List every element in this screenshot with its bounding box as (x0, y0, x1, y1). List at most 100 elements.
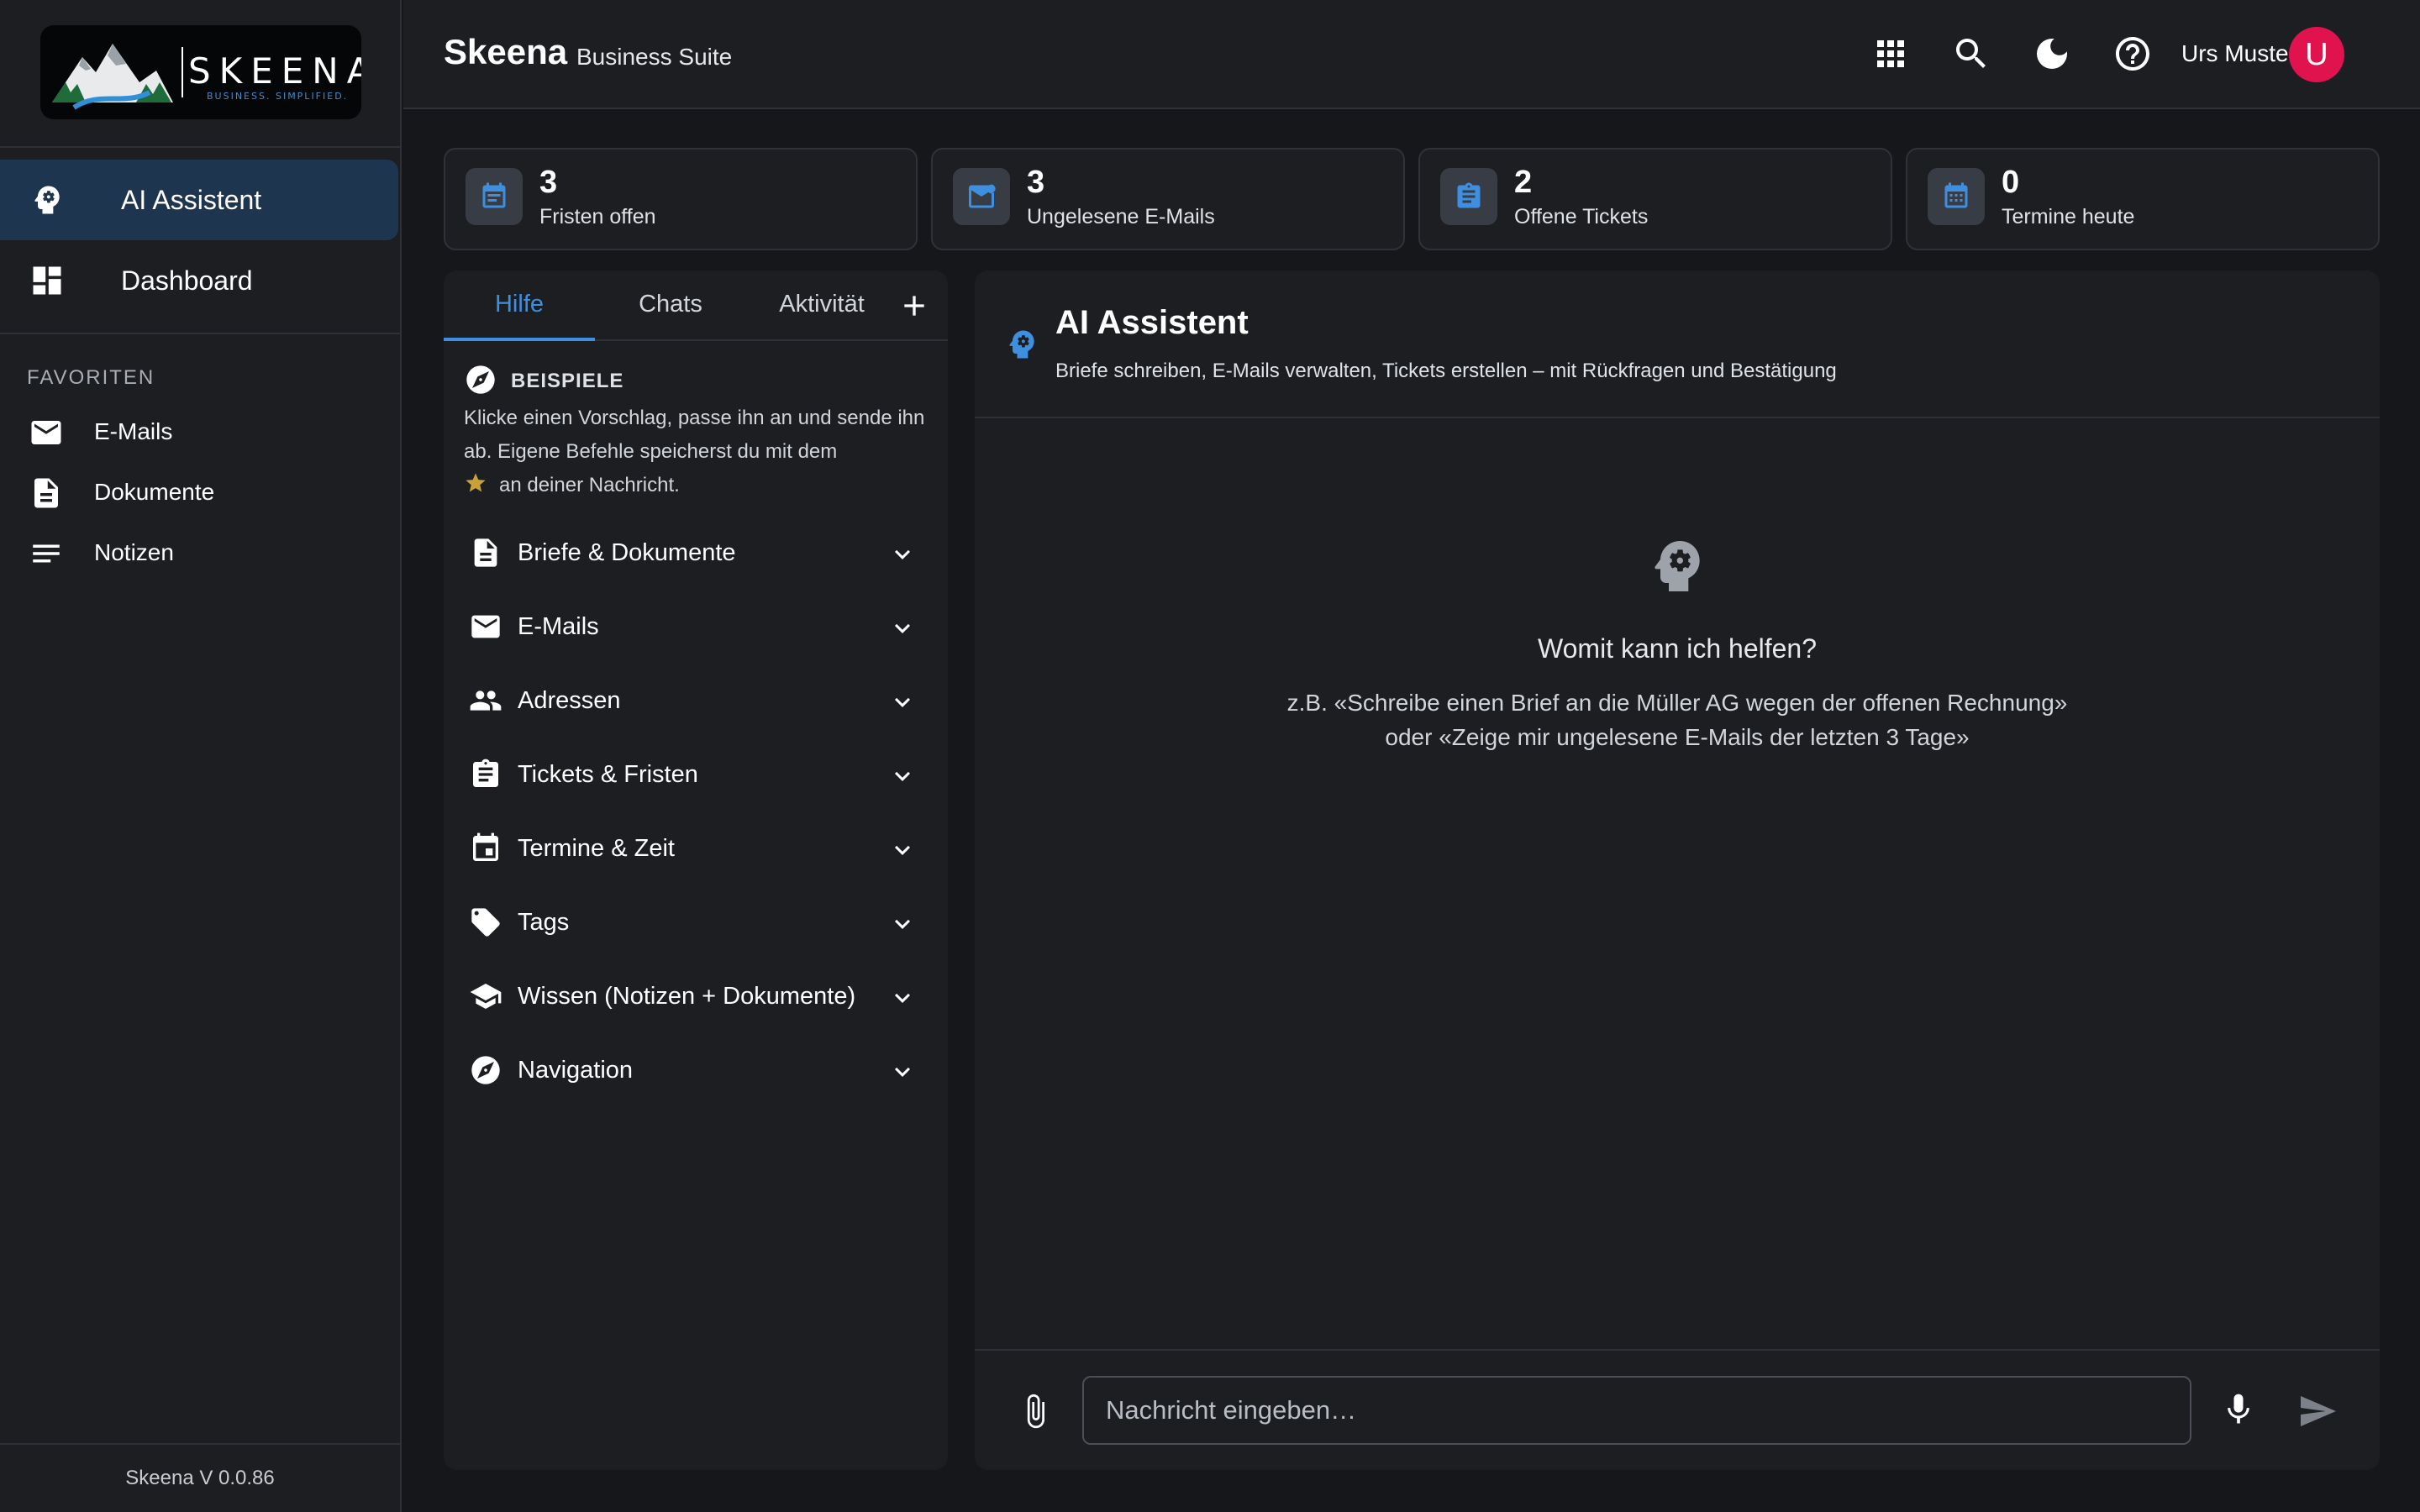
chevron-down-icon[interactable] (887, 687, 918, 717)
category-label: Wissen (Notizen + Dokumente) (518, 983, 856, 1010)
stat-value: 2 (1514, 165, 1533, 200)
category-tickets-fristen[interactable]: Tickets & Fristen (464, 739, 931, 813)
clipboard-icon (469, 758, 502, 791)
user-name[interactable]: Urs Muster (2181, 40, 2296, 67)
assistant-panel: AI Assistent Briefe schreiben, E-Mails v… (975, 270, 2380, 1470)
stat-label: Offene Tickets (1514, 205, 1649, 228)
stat-value: 3 (539, 165, 558, 200)
hint-line-1: z.B. «Schreibe einen Brief an die Müller… (1286, 690, 2068, 716)
category-label: Adressen (518, 687, 621, 714)
app-title: Skeena (444, 32, 568, 71)
paperclip-icon[interactable] (1017, 1393, 1054, 1430)
stat-label: Fristen offen (539, 205, 656, 228)
document-icon (29, 475, 64, 511)
tag-icon (469, 906, 502, 939)
apps-grid-icon[interactable] (1870, 34, 1911, 74)
skeena-logo[interactable]: SKEENA BUSINESS. SIMPLIFIED. (40, 25, 361, 119)
favorite-item-dokumente[interactable]: Dokumente (0, 462, 400, 522)
top-bar: Skeena Business Suite Urs Muster U (403, 0, 2420, 109)
examples-description: Klicke einen Vorschlag, passe ihn an und… (464, 402, 934, 502)
favorite-item-label: Dokumente (94, 479, 215, 505)
send-icon[interactable] (2297, 1391, 2338, 1431)
examples-title: BEISPIELE (511, 370, 624, 392)
mail-icon (469, 610, 502, 643)
sidebar-item-label: Dashboard (121, 265, 253, 296)
stat-value: 3 (1027, 165, 1045, 200)
assistant-header: AI Assistent Briefe schreiben, E-Mails v… (975, 270, 2380, 418)
tab-chats[interactable]: Chats (595, 291, 746, 318)
assistant-title: AI Assistent (1055, 304, 1249, 341)
favorite-item-label: Notizen (94, 539, 174, 565)
sidebar-nav: AI Assistent Dashboard (0, 148, 400, 321)
chevron-down-icon[interactable] (887, 983, 918, 1013)
sidebar-item-dashboard[interactable]: Dashboard (0, 240, 398, 321)
people-icon (469, 684, 502, 717)
category-briefe-dokumente[interactable]: Briefe & Dokumente (464, 517, 931, 591)
help-icon[interactable] (2112, 34, 2153, 74)
ai-head-icon (1003, 326, 1040, 363)
examples-text-end: an deiner Nachricht. (499, 474, 680, 496)
tab-hilfe[interactable]: Hilfe (444, 291, 595, 318)
school-icon (469, 979, 502, 1013)
avatar[interactable]: U (2289, 27, 2344, 82)
compass-icon (469, 1053, 502, 1087)
category-emails[interactable]: E-Mails (464, 591, 931, 665)
add-tab-icon[interactable] (897, 289, 931, 323)
category-label: Tags (518, 909, 570, 936)
microphone-icon[interactable] (2220, 1391, 2257, 1428)
favorite-item-label: E-Mails (94, 418, 173, 444)
empty-state-title: Womit kann ich helfen? (1537, 633, 1818, 664)
category-label: E-Mails (518, 613, 599, 640)
logo-wordmark: SKEENA (188, 50, 361, 92)
stat-value: 0 (2002, 165, 2020, 200)
app-version: Skeena V 0.0.86 (0, 1443, 400, 1512)
category-wissen[interactable]: Wissen (Notizen + Dokumente) (464, 961, 931, 1035)
divider (0, 333, 400, 334)
stat-card-tickets[interactable]: 2 Offene Tickets (1418, 148, 1892, 250)
favorite-item-notizen[interactable]: Notizen (0, 522, 400, 583)
examples-text: Klicke einen Vorschlag, passe ihn an und… (464, 407, 925, 463)
favorites-list: E-Mails Dokumente Notizen (0, 402, 400, 583)
message-composer (975, 1349, 2380, 1470)
hint-line-2: oder «Zeige mir ungelesene E-Mails der l… (1385, 724, 1970, 750)
dashboard-icon (29, 262, 66, 299)
category-adressen[interactable]: Adressen (464, 665, 931, 739)
sidebar: SKEENA BUSINESS. SIMPLIFIED. AI Assisten… (0, 0, 402, 1512)
dark-mode-icon[interactable] (2032, 34, 2072, 74)
chevron-down-icon[interactable] (887, 539, 918, 570)
panel-tabs: Hilfe Chats Aktivität (444, 270, 948, 341)
stat-card-termine[interactable]: 0 Termine heute (1906, 148, 2380, 250)
empty-state-hint: z.B. «Schreibe einen Brief an die Müller… (975, 685, 2380, 754)
mountain-logo-icon (52, 44, 173, 110)
mail-icon (29, 415, 64, 450)
favorite-item-emails[interactable]: E-Mails (0, 402, 400, 462)
document-icon (469, 536, 502, 570)
logo-divider (182, 47, 183, 97)
star-icon (464, 471, 487, 495)
tab-aktivitaet[interactable]: Aktivität (746, 291, 897, 318)
logo-tagline: BUSINESS. SIMPLIFIED. (207, 91, 349, 102)
sidebar-item-ai-assistent[interactable]: AI Assistent (0, 160, 398, 240)
sidebar-item-label: AI Assistent (121, 184, 262, 215)
favorites-heading: FAVORITEN (27, 366, 155, 389)
search-icon[interactable] (1951, 34, 1991, 74)
compass-icon (464, 363, 497, 396)
chevron-down-icon[interactable] (887, 761, 918, 791)
category-label: Tickets & Fristen (518, 761, 698, 788)
category-termine-zeit[interactable]: Termine & Zeit (464, 813, 931, 887)
chevron-down-icon[interactable] (887, 835, 918, 865)
clipboard-icon (1440, 168, 1497, 225)
category-navigation[interactable]: Navigation (464, 1035, 931, 1109)
chevron-down-icon[interactable] (887, 909, 918, 939)
stat-card-fristen[interactable]: 3 Fristen offen (444, 148, 918, 250)
app-subtitle: Business Suite (576, 44, 733, 70)
active-tab-indicator (444, 338, 595, 341)
category-tags[interactable]: Tags (464, 887, 931, 961)
stat-card-emails[interactable]: 3 Ungelesene E-Mails (931, 148, 1405, 250)
calendar-grid-icon (1928, 168, 1985, 225)
mail-unread-icon (953, 168, 1010, 225)
chevron-down-icon[interactable] (887, 613, 918, 643)
chevron-down-icon[interactable] (887, 1057, 918, 1087)
message-input[interactable] (1082, 1376, 2191, 1445)
calendar-icon (469, 832, 502, 865)
